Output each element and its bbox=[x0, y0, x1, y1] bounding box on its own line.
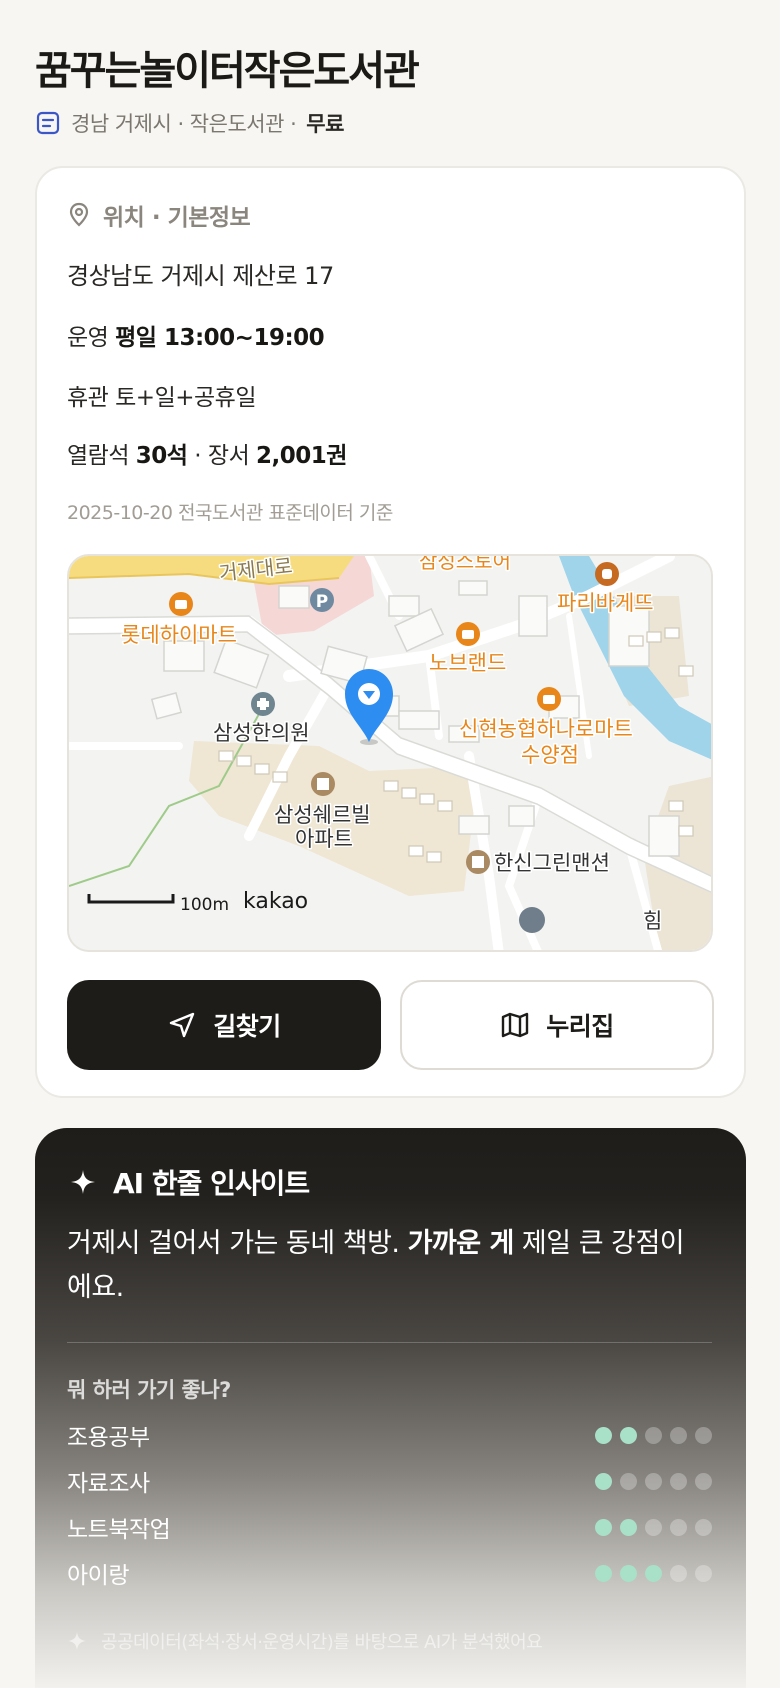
location-pin-icon bbox=[69, 202, 89, 227]
map-label-nh1: 신현농협하나로마트 bbox=[459, 717, 633, 741]
hours-row: 운영 평일 13:00~19:00 bbox=[67, 318, 325, 352]
map-brand-logo: kakao bbox=[243, 889, 308, 914]
activity-score-row: 조용공부 bbox=[67, 1418, 712, 1452]
map-icon bbox=[502, 1012, 529, 1038]
map-label-paris: 파리바게뜨 bbox=[557, 591, 654, 615]
address-text: 경상남도 거제시 제산로 17 bbox=[67, 262, 334, 290]
map-label-store: 삼성스토어 bbox=[419, 556, 511, 573]
score-dot-filled bbox=[645, 1564, 662, 1582]
hours-value: 평일 13:00~19:00 bbox=[115, 325, 325, 351]
map-label-lotte: 롯데하이마트 bbox=[121, 623, 237, 647]
score-dot-filled bbox=[595, 1564, 612, 1582]
activity-label: 아이랑 bbox=[67, 1563, 129, 1589]
books-value: 2,001권 bbox=[256, 443, 347, 469]
ai-insight-title: AI 한줄 인사이트 bbox=[113, 1167, 310, 1200]
score-dot-empty bbox=[670, 1564, 687, 1582]
poi-food-icon-2 bbox=[456, 622, 480, 646]
ai-footnote: 공공데이터(좌석·장서·운영시간)를 바탕으로 AI가 분석했어요 bbox=[67, 1626, 543, 1656]
poi-apartment-icon bbox=[311, 772, 335, 796]
score-dot-empty bbox=[645, 1518, 662, 1536]
activity-score-row: 노트북작업 bbox=[67, 1510, 712, 1544]
map-label-hansin: 한신그린맨션 bbox=[494, 851, 610, 875]
activity-label: 자료조사 bbox=[67, 1471, 150, 1497]
library-detail-page: 꿈꾸는놀이터작은도서관 경남 거제시 · 작은도서관 · 무료 위치 · 기본정… bbox=[0, 0, 780, 1688]
poi-edit-icon bbox=[519, 907, 545, 933]
divider bbox=[67, 1342, 712, 1343]
score-dot-empty bbox=[695, 1472, 712, 1490]
activity-score-row: 아이랑 bbox=[67, 1556, 712, 1590]
score-dot-filled bbox=[620, 1426, 637, 1444]
sparkle-icon bbox=[71, 1170, 95, 1194]
page-title: 꿈꾸는놀이터작은도서관 bbox=[35, 48, 420, 94]
hours-label: 운영 bbox=[67, 325, 109, 351]
ai-text-pre: 거제시 걸어서 가는 동네 책방. bbox=[67, 1228, 408, 1259]
ai-footnote-text: 공공데이터(좌석·장서·운영시간)를 바탕으로 AI가 분석했어요 bbox=[101, 1632, 543, 1653]
score-dot-filled bbox=[620, 1518, 637, 1536]
location-map[interactable]: P 거제대로 삼성스토어 파리바게뜨 롯데하이마트 노브랜드 신현농협하나로마트… bbox=[67, 554, 713, 952]
poi-food-icon bbox=[169, 592, 193, 616]
map-scale-label: 100m bbox=[180, 895, 229, 915]
fee-badge: 무료 bbox=[306, 112, 344, 136]
meta-line: 경남 거제시 · 작은도서관 · 무료 bbox=[35, 106, 344, 140]
meta-region: 경남 거제시 · 작은도서관 · bbox=[71, 112, 297, 136]
score-dot-filled bbox=[595, 1426, 612, 1444]
score-dots bbox=[595, 1564, 712, 1582]
activity-question: 뭐 하러 가기 좋나? bbox=[67, 1378, 231, 1402]
poi-clinic-icon bbox=[251, 692, 275, 716]
website-button[interactable]: 누리집 bbox=[400, 980, 714, 1070]
seats-label: 열람석 bbox=[67, 443, 129, 469]
closed-days-text: 휴관 토+일+공휴일 bbox=[67, 385, 256, 411]
map-canvas[interactable]: P 거제대로 삼성스토어 파리바게뜨 롯데하이마트 노브랜드 신현농협하나로마트… bbox=[69, 556, 713, 952]
score-dot-empty bbox=[670, 1518, 687, 1536]
directions-label: 길찾기 bbox=[213, 1012, 281, 1041]
sparkle-small-icon bbox=[68, 1632, 86, 1650]
score-dot-empty bbox=[620, 1472, 637, 1490]
info-card: 위치 · 기본정보 경상남도 거제시 제산로 17 운영 평일 13:00~19… bbox=[35, 166, 746, 1098]
poi-food-icon-3 bbox=[537, 687, 561, 711]
seats-value: 30석 bbox=[135, 443, 188, 469]
score-dot-empty bbox=[695, 1426, 712, 1444]
capacity-row: 열람석 30석 · 장서 2,001권 bbox=[67, 436, 347, 470]
map-label-apt2: 아파트 bbox=[295, 827, 353, 851]
score-dot-filled bbox=[620, 1564, 637, 1582]
poi-apartment-icon-2 bbox=[466, 850, 490, 874]
map-label-nh2: 수양점 bbox=[521, 743, 579, 767]
poi-bakery-icon bbox=[595, 562, 619, 586]
score-dot-filled bbox=[595, 1518, 612, 1536]
score-dot-empty bbox=[670, 1426, 687, 1444]
score-dot-empty bbox=[645, 1472, 662, 1490]
ai-insight-text: 거제시 걸어서 가는 동네 책방. 가까운 게 제일 큰 강점이에요. bbox=[67, 1222, 687, 1310]
books-label: · 장서 bbox=[194, 443, 250, 469]
score-dots bbox=[595, 1472, 712, 1490]
score-dot-empty bbox=[695, 1564, 712, 1582]
score-dots bbox=[595, 1426, 712, 1444]
info-section-title: 위치 · 기본정보 bbox=[103, 205, 251, 231]
ai-insight-header: AI 한줄 인사이트 bbox=[69, 1164, 310, 1200]
score-dot-empty bbox=[670, 1472, 687, 1490]
directions-button[interactable]: 길찾기 bbox=[67, 980, 381, 1070]
website-label: 누리집 bbox=[546, 1012, 614, 1041]
info-section-header: 위치 · 기본정보 bbox=[67, 198, 251, 232]
navigation-arrow-icon bbox=[170, 1012, 195, 1038]
parking-label: P bbox=[316, 592, 328, 612]
score-dot-filled bbox=[595, 1472, 612, 1490]
data-source-note: 2025-10-20 전국도서관 표준데이터 기준 bbox=[67, 502, 393, 524]
activity-score-row: 자료조사 bbox=[67, 1464, 712, 1498]
document-icon bbox=[36, 111, 60, 135]
activity-label: 조용공부 bbox=[67, 1425, 150, 1451]
map-label-noble: 노브랜드 bbox=[429, 651, 506, 675]
map-label-clinic: 삼성한의원 bbox=[213, 721, 310, 745]
score-dot-empty bbox=[695, 1518, 712, 1536]
score-dot-empty bbox=[645, 1426, 662, 1444]
ai-text-highlight: 가까운 게 bbox=[407, 1228, 515, 1259]
map-label-edge: 힘 bbox=[643, 909, 662, 933]
activity-label: 노트북작업 bbox=[67, 1517, 171, 1543]
score-dots bbox=[595, 1518, 712, 1536]
ai-insight-panel: AI 한줄 인사이트 거제시 걸어서 가는 동네 책방. 가까운 게 제일 큰 … bbox=[35, 1128, 746, 1688]
map-label-apt1: 삼성쉐르빌 bbox=[274, 803, 371, 827]
